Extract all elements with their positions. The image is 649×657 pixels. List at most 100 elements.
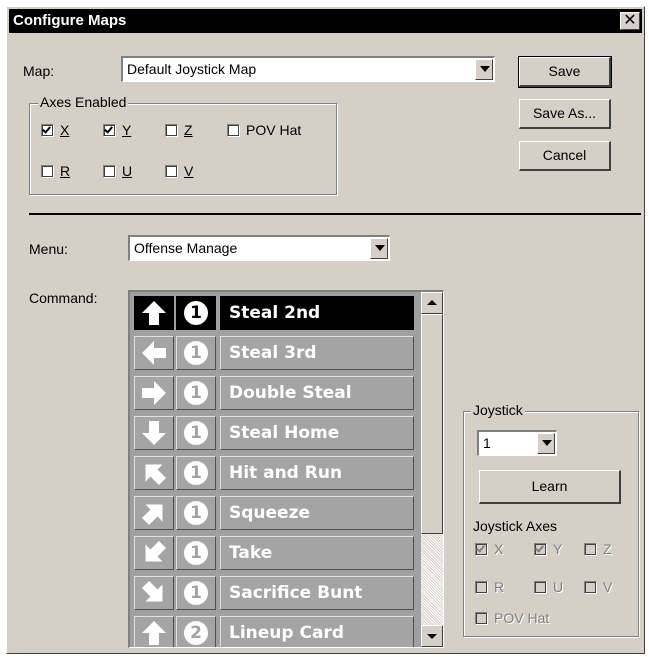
- checkbox-y: Y: [534, 541, 562, 557]
- direction-cell: [134, 376, 174, 410]
- button-number-cell: 1: [176, 456, 216, 490]
- chevron-down-icon[interactable]: [537, 433, 555, 454]
- cancel-button[interactable]: Cancel: [519, 141, 611, 171]
- checkbox-v[interactable]: V: [165, 163, 193, 179]
- checkbox-z: Z: [584, 541, 612, 557]
- list-item[interactable]: 1 Sacrifice Bunt: [132, 574, 414, 612]
- button-number-badge: 1: [184, 301, 208, 325]
- chevron-down-icon[interactable]: [475, 59, 493, 80]
- checkbox-label: X: [60, 122, 70, 138]
- list-item[interactable]: 2 Lineup Card: [132, 614, 414, 647]
- checkbox-label: POV Hat: [494, 610, 550, 626]
- arrow-down-icon: [142, 421, 166, 445]
- checkbox-box[interactable]: [165, 164, 178, 178]
- command-name: Steal 3rd: [220, 336, 414, 370]
- checkbox-pov-hat[interactable]: POV Hat: [227, 122, 301, 138]
- checkbox-box: [534, 580, 547, 594]
- list-item[interactable]: 1 Steal 2nd: [132, 294, 414, 332]
- checkbox-r[interactable]: R: [41, 163, 70, 179]
- joystick-select-value: 1: [483, 435, 491, 451]
- command-name: Take: [220, 536, 414, 570]
- button-number-badge: 1: [184, 501, 208, 525]
- chevron-down-icon[interactable]: [370, 238, 388, 259]
- arrow-up-right-icon: [141, 504, 163, 526]
- save-button[interactable]: Save: [518, 56, 612, 88]
- checkbox-r: R: [475, 579, 504, 595]
- direction-cell: [134, 416, 174, 450]
- checkbox-y[interactable]: Y: [103, 122, 131, 138]
- arrow-left-icon: [142, 341, 166, 365]
- button-number-badge: 1: [184, 341, 208, 365]
- map-select[interactable]: Default Joystick Map: [121, 56, 495, 82]
- chevron-up-icon: [427, 300, 437, 305]
- list-item[interactable]: 1 Double Steal: [132, 374, 414, 412]
- list-item[interactable]: 1 Take: [132, 534, 414, 572]
- button-number-cell: 1: [176, 576, 216, 610]
- checkbox-label: Y: [122, 122, 132, 138]
- checkbox-label: POV Hat: [246, 122, 302, 138]
- checkbox-z[interactable]: Z: [165, 122, 193, 138]
- checkbox-x: X: [475, 541, 503, 557]
- chevron-down-icon: [427, 634, 437, 639]
- direction-cell: [134, 496, 174, 530]
- checkbox-box[interactable]: [103, 164, 116, 178]
- command-list[interactable]: 1 Steal 2nd 1 Steal 3rd 1 Double Steal 1 Steal …: [128, 290, 444, 648]
- list-item[interactable]: 1 Steal 3rd: [132, 334, 414, 372]
- button-number-badge: 1: [184, 541, 208, 565]
- command-scrollbar[interactable]: [421, 292, 443, 647]
- arrow-right-icon: [142, 381, 166, 405]
- map-label: Map:: [23, 63, 55, 79]
- list-item[interactable]: 1 Squeeze: [132, 494, 414, 532]
- joystick-axes-title: Joystick Axes: [473, 518, 558, 534]
- arrow-up-icon: [142, 301, 166, 325]
- direction-cell: [134, 296, 174, 330]
- checkmark-icon[interactable]: [103, 123, 116, 137]
- direction-cell: [134, 336, 174, 370]
- checkbox-label: V: [603, 579, 613, 595]
- checkbox-label: R: [60, 163, 71, 179]
- direction-cell: [134, 576, 174, 610]
- direction-cell: [134, 456, 174, 490]
- button-number-badge: 1: [184, 421, 208, 445]
- command-label: Command:: [29, 290, 98, 306]
- menu-select[interactable]: Offense Manage: [128, 235, 390, 261]
- checkbox-label: X: [494, 541, 504, 557]
- checkbox-box[interactable]: [227, 123, 240, 137]
- list-item[interactable]: 1 Steal Home: [132, 414, 414, 452]
- scroll-down-button[interactable]: [421, 625, 443, 647]
- command-name: Steal 2nd: [220, 296, 414, 330]
- menu-label: Menu:: [29, 241, 68, 257]
- configure-maps-dialog: Configure Maps ✕ Map: Default Joystick M…: [6, 6, 645, 654]
- window-title: Configure Maps: [13, 12, 127, 29]
- checkbox-u[interactable]: U: [103, 163, 132, 179]
- button-number-cell: 1: [176, 336, 216, 370]
- learn-button[interactable]: Learn: [479, 470, 621, 504]
- checkmark-icon[interactable]: [41, 123, 54, 137]
- checkbox-label: U: [553, 579, 564, 595]
- button-number-cell: 1: [176, 376, 216, 410]
- axes-enabled-title: Axes Enabled: [38, 94, 129, 110]
- scroll-up-button[interactable]: [421, 292, 443, 314]
- axes-enabled-group: [29, 103, 337, 195]
- close-button[interactable]: ✕: [620, 12, 640, 30]
- checkbox-label: R: [494, 579, 505, 595]
- close-icon: ✕: [623, 12, 637, 29]
- command-name: Sacrifice Bunt: [220, 576, 414, 610]
- arrow-down-right-icon: [141, 580, 163, 602]
- scroll-thumb[interactable]: [421, 314, 443, 534]
- checkbox-box[interactable]: [41, 164, 54, 178]
- arrow-up-left-icon: [145, 464, 167, 486]
- joystick-select[interactable]: 1: [477, 430, 557, 456]
- checkbox-label: Y: [553, 541, 563, 557]
- checkbox-x[interactable]: X: [41, 122, 69, 138]
- button-number-cell: 1: [176, 416, 216, 450]
- checkbox-box[interactable]: [165, 123, 178, 137]
- direction-cell: [134, 616, 174, 647]
- save-as-button[interactable]: Save As...: [519, 99, 611, 129]
- checkbox-box: [584, 580, 597, 594]
- command-name: Steal Home: [220, 416, 414, 450]
- list-item[interactable]: 1 Hit and Run: [132, 454, 414, 492]
- arrow-up-icon: [142, 621, 166, 645]
- checkbox-label: V: [184, 163, 194, 179]
- checkbox-v: V: [584, 579, 612, 595]
